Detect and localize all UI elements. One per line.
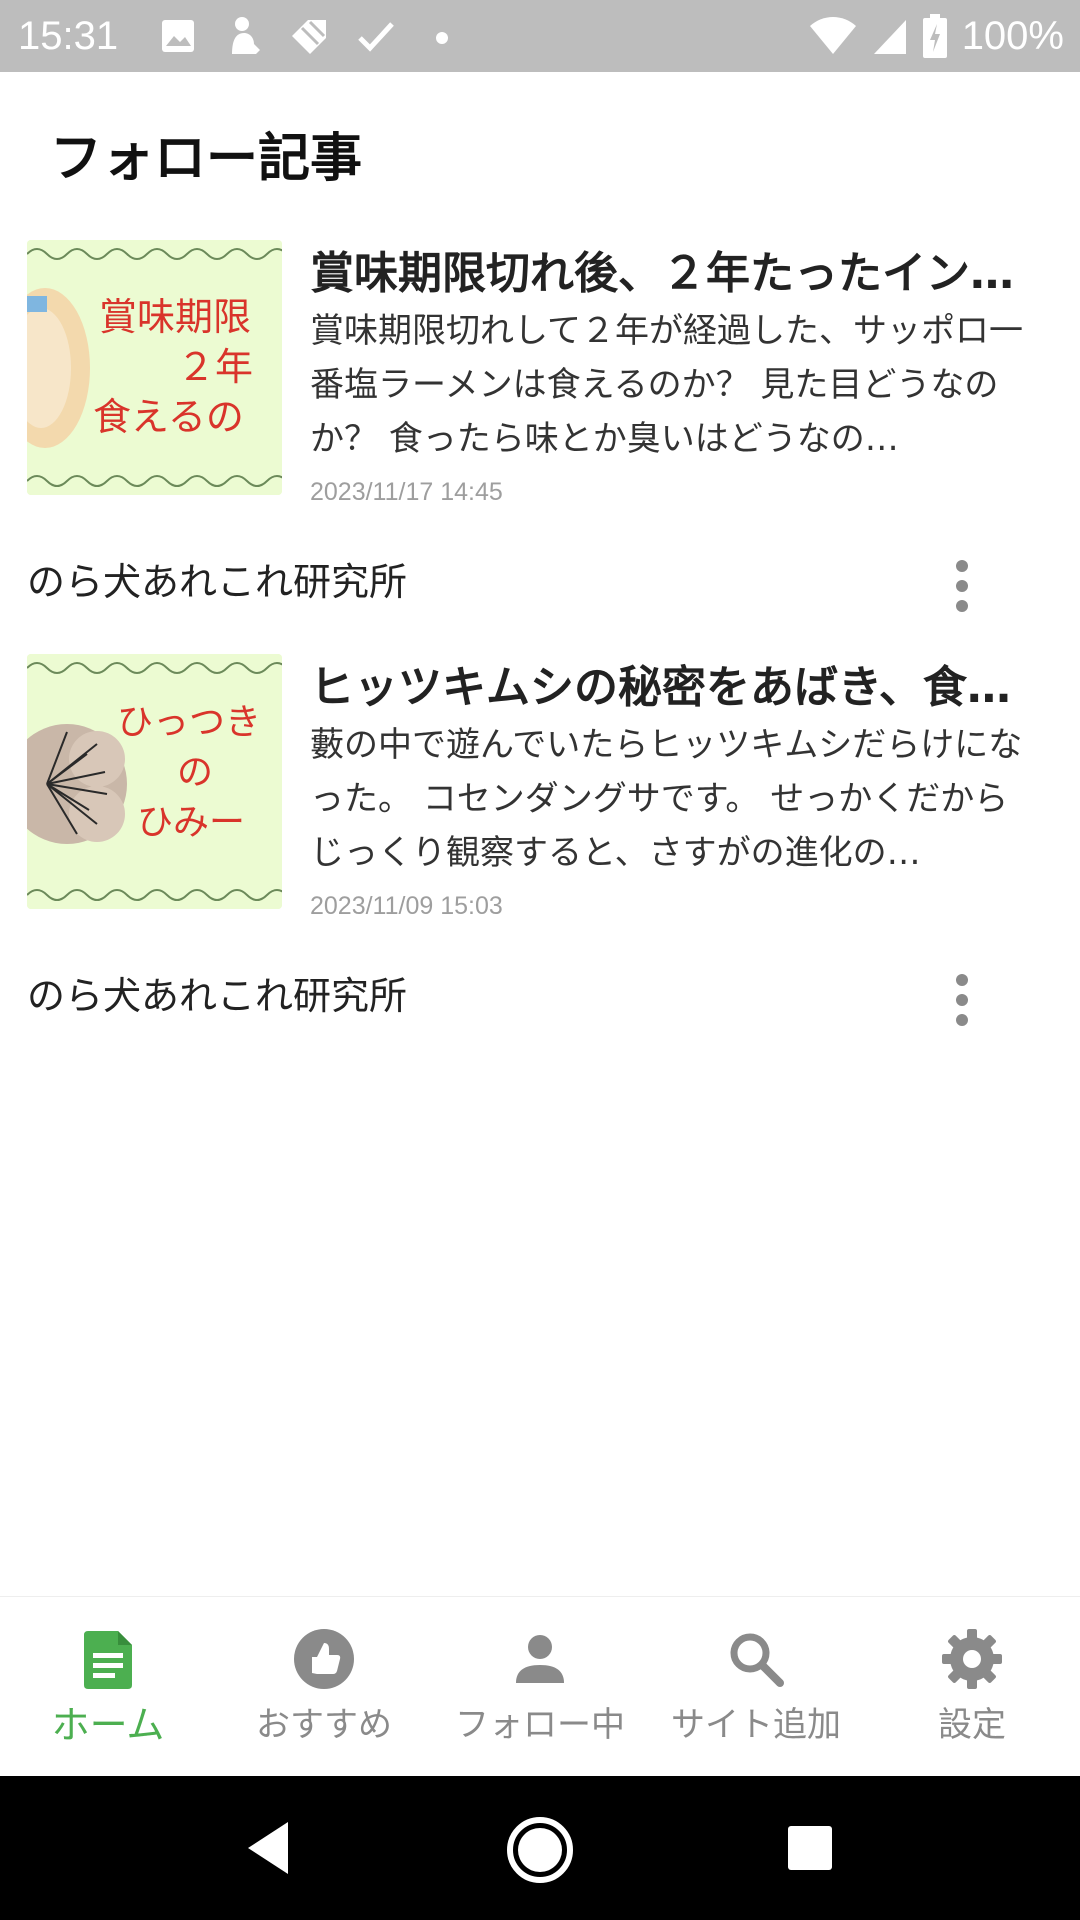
back-icon[interactable]: [244, 1820, 292, 1876]
article-description: 賞味期限切れして２年が経過した、サッポロ一番塩ラーメンは食えるのか？ 見た目どう…: [310, 311, 1023, 459]
more-options-button[interactable]: [940, 970, 984, 1030]
battery-percentage: 100%: [961, 14, 1064, 58]
home-icon[interactable]: [506, 1816, 574, 1884]
page-title: フォロー記事: [50, 129, 363, 189]
article-description: 藪の中で遊んでいたらヒッツキムシだらけになった。 コセンダングサです。 せっかく…: [310, 725, 1023, 873]
article-date: 2023/11/09 15:03: [310, 892, 503, 920]
more-options-icon: [956, 560, 968, 572]
search-icon: [730, 1633, 784, 1687]
more-options-button[interactable]: [940, 556, 984, 616]
status-time: 15:31: [18, 14, 119, 58]
system-navigation-bar: [0, 1776, 1080, 1920]
status-system-icons: 100%: [808, 12, 1064, 60]
recents-icon[interactable]: [786, 1824, 834, 1872]
signal-icon: [873, 20, 906, 54]
thumbnail-text-2: の: [177, 752, 213, 793]
nav-label: ホーム: [51, 1703, 165, 1747]
nav-item-add-site[interactable]: サイト追加: [648, 1597, 864, 1777]
thumbnail-text-3: 食えるの: [93, 395, 244, 439]
nav-item-home[interactable]: ホーム: [0, 1597, 216, 1777]
dot-icon: [436, 32, 448, 44]
tag-icon: [292, 20, 326, 54]
person-icon: [516, 1635, 564, 1683]
article-title[interactable]: ヒッツキムシの秘密をあばき、食…: [310, 660, 1030, 716]
nav-item-settings[interactable]: 設定: [864, 1597, 1080, 1777]
nav-label: サイト追加: [671, 1705, 841, 1745]
article-source[interactable]: のら犬あれこれ研究所: [27, 972, 407, 1020]
more-options-icon: [956, 974, 968, 986]
article-title[interactable]: 賞味期限切れ後、２年たったイン…: [310, 246, 1030, 302]
bottom-navigation: ホーム おすすめ フォロー中 サイト追加 設定: [0, 1596, 1080, 1777]
status-bar: 15:31 100%: [0, 0, 1080, 72]
thumbnail-text-3: ひみー: [137, 802, 245, 843]
nav-label: フォロー中: [455, 1705, 625, 1745]
gear-icon: [942, 1629, 1002, 1689]
article-thumbnail[interactable]: ひっつき の ひみー: [27, 654, 282, 909]
nav-item-recommended[interactable]: おすすめ: [216, 1597, 432, 1777]
nav-label: おすすめ: [256, 1705, 392, 1745]
check-icon: [358, 22, 394, 52]
nav-label: 設定: [938, 1705, 1006, 1745]
article-card[interactable]: 賞味期限 ２年 食えるの 賞味期限切れ後、２年たったイン… 賞味期限切れして２年…: [0, 240, 1080, 520]
thumbnail-text-1: ひっつき: [117, 702, 261, 743]
article-date: 2023/11/17 14:45: [310, 478, 503, 506]
nav-item-following[interactable]: フォロー中: [432, 1597, 648, 1777]
document-icon: [84, 1631, 132, 1689]
thumbs-up-icon: [294, 1629, 354, 1689]
wifi-icon: [809, 17, 856, 54]
image-icon: [162, 20, 194, 52]
battery-charging-icon: [922, 14, 947, 58]
person-icon: [232, 17, 260, 54]
article-card[interactable]: ひっつき の ひみー ヒッツキムシの秘密をあばき、食… 藪の中で遊んでいたらヒッ…: [0, 654, 1080, 934]
article-source[interactable]: のら犬あれこれ研究所: [27, 558, 407, 606]
thumbnail-text-1: 賞味期限: [99, 295, 251, 339]
screen: 15:31 100% フォロー記事 賞味期限 ２年 食えるの 賞味期限切れ後、２…: [0, 0, 1080, 1920]
thumbnail-text-2: ２年: [177, 345, 253, 389]
article-thumbnail[interactable]: 賞味期限 ２年 食えるの: [27, 240, 282, 495]
